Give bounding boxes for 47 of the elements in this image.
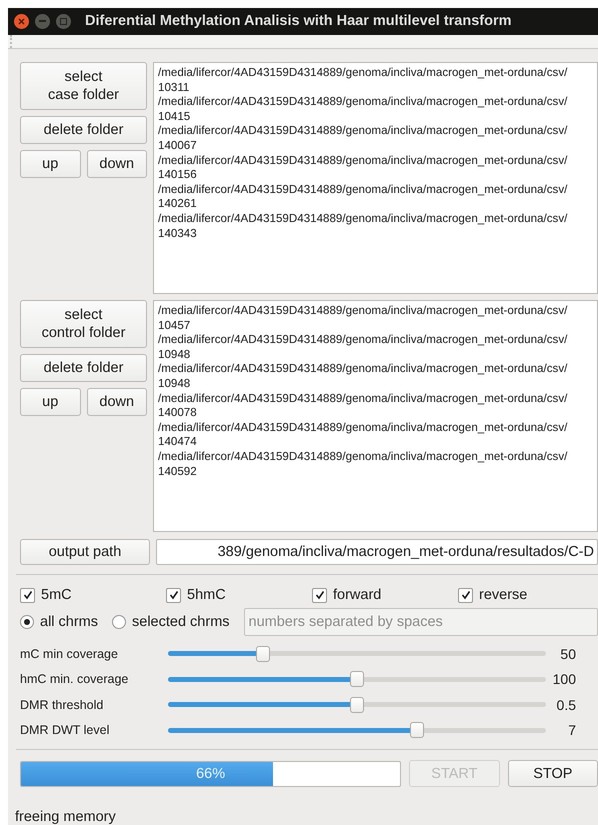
slider-track[interactable] — [168, 671, 546, 688]
slider-thumb[interactable] — [410, 722, 424, 738]
down-button[interactable]: down — [86, 150, 147, 178]
slider-thumb[interactable] — [350, 671, 364, 688]
select-folder-button[interactable]: select control folder — [20, 300, 147, 348]
folder-list[interactable] — [153, 300, 598, 532]
down-button[interactable]: down — [86, 388, 147, 416]
minimize-icon[interactable] — [35, 14, 50, 29]
folder-path-item[interactable]: /media/lifercor/4AD43159D4314889/genoma/incliva/macrogen_met-orduna/csv/140592 — [158, 450, 593, 480]
checkbox-label: 5hmC — [187, 587, 226, 603]
up-button[interactable]: up — [20, 388, 80, 416]
checkbox-label: forward — [333, 587, 382, 603]
delete-folder-button[interactable]: delete folder — [20, 354, 147, 382]
checkbox[interactable] — [20, 588, 35, 602]
delete-folder-button[interactable]: delete folder — [20, 116, 147, 144]
select-folder-button[interactable]: select case folder — [20, 62, 147, 110]
slider-value: 0.5 — [556, 696, 577, 713]
folder-list[interactable] — [153, 62, 598, 294]
checkbox-label: reverse — [479, 587, 528, 603]
slider-thumb[interactable] — [350, 696, 364, 713]
slider-value: 7 — [567, 722, 577, 738]
folder-path-item[interactable]: /media/lifercor/4AD43159D4314889/genoma/incliva/macrogen_met-orduna/csv/140343 — [158, 212, 593, 242]
close-icon[interactable] — [14, 14, 29, 29]
slider-track[interactable] — [168, 646, 546, 662]
output-path-button[interactable]: output path — [20, 539, 150, 565]
slider-label: DMR threshold — [20, 698, 104, 712]
slider-value: 50 — [559, 646, 577, 662]
checkbox-label: 5mC — [41, 587, 72, 603]
output-path-field[interactable]: 389/genoma/incliva/macrogen_met-orduna/resultados/C-D — [156, 539, 598, 565]
progress-text: 66% — [196, 766, 226, 782]
checkbox[interactable] — [166, 588, 181, 602]
radio-label: selected chrms — [132, 614, 230, 630]
maximize-icon[interactable] — [56, 14, 71, 29]
slider-value: 100 — [552, 671, 577, 688]
window-title: Diferential Methylation Analisis with Haar multilevel transform — [85, 13, 512, 30]
up-button[interactable]: up — [20, 150, 80, 178]
slider-track[interactable] — [168, 722, 546, 738]
slider-label: hmC min. coverage — [20, 672, 130, 686]
stop-button[interactable]: STOP — [508, 760, 598, 787]
slider-track[interactable] — [168, 696, 546, 713]
checkbox[interactable] — [458, 588, 473, 602]
radio-label: all chrms — [40, 614, 98, 630]
slider-label: DMR DWT level — [20, 723, 110, 738]
slider-thumb[interactable] — [256, 646, 270, 662]
checkbox[interactable] — [312, 588, 327, 602]
status-text: freeing memory — [15, 808, 117, 825]
slider-label: mC min coverage — [20, 646, 119, 661]
